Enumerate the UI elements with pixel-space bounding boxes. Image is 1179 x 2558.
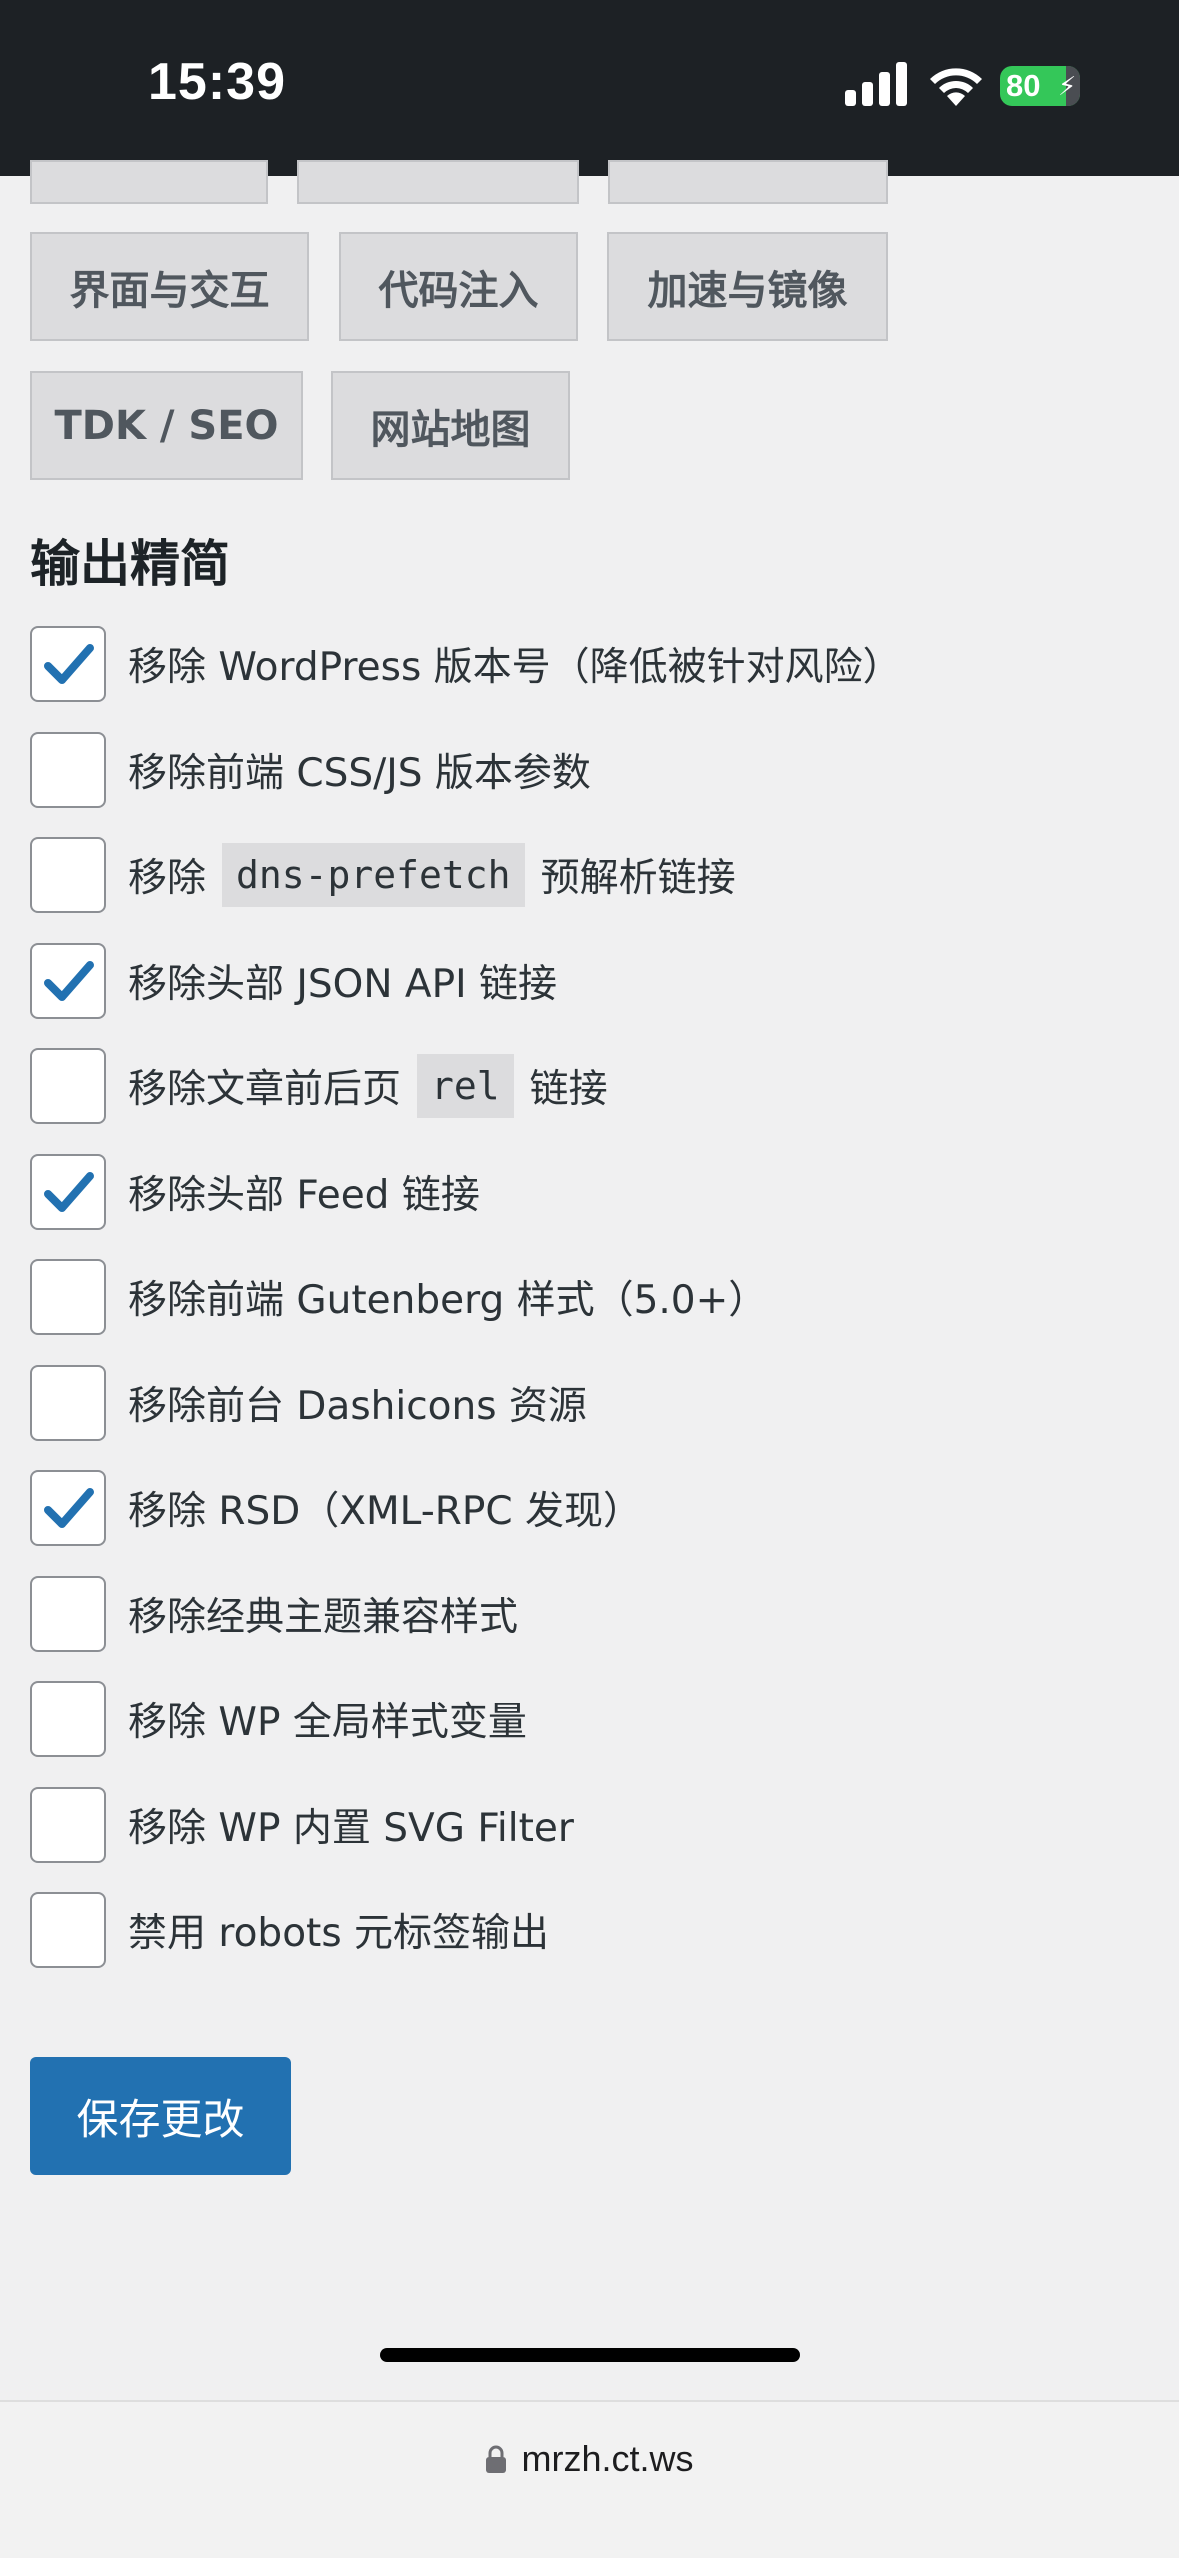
option-row[interactable]: 移除头部 Feed 链接 <box>30 1154 480 1230</box>
tab-hidden-3[interactable] <box>608 160 888 204</box>
option-label-text: 移除 WP 全局样式变量 <box>128 1700 527 1745</box>
option-label-text: 移除 WordPress 版本号（降低被针对风险） <box>128 645 902 690</box>
option-row[interactable]: 移除经典主题兼容样式 <box>30 1576 518 1652</box>
url-display[interactable]: mrzh.ct.ws <box>0 2438 1179 2480</box>
battery-icon: 80 ⚡ <box>1000 66 1080 106</box>
option-row[interactable]: 移除文章前后页 rel 链接 <box>30 1048 608 1124</box>
battery-level: 80 <box>1006 68 1041 103</box>
charging-bolt-icon: ⚡ <box>1058 72 1077 102</box>
option-label: 移除前端 CSS/JS 版本参数 <box>128 742 591 798</box>
checkbox-unchecked[interactable] <box>30 1576 106 1652</box>
checkbox-unchecked[interactable] <box>30 837 106 913</box>
option-row[interactable]: 移除前台 Dashicons 资源 <box>30 1365 587 1441</box>
option-row[interactable]: 移除前端 Gutenberg 样式（5.0+） <box>30 1259 767 1335</box>
checkbox-unchecked[interactable] <box>30 1787 106 1863</box>
option-label-text: 移除 RSD（XML-RPC 发现） <box>128 1489 643 1534</box>
option-label-suffix: 预解析链接 <box>540 856 736 901</box>
browser-address-bar[interactable]: mrzh.ct.ws <box>0 2400 1179 2558</box>
option-label: 移除 WP 内置 SVG Filter <box>128 1797 574 1853</box>
option-label-text: 禁用 robots 元标签输出 <box>128 1911 550 1956</box>
option-row[interactable]: 移除 dns-prefetch 预解析链接 <box>30 837 736 913</box>
option-label-text: 移除前端 CSS/JS 版本参数 <box>128 751 591 796</box>
checkmark-icon <box>44 644 94 684</box>
checkbox-checked[interactable] <box>30 1470 106 1546</box>
tab-tdk-seo[interactable]: TDK / SEO <box>30 371 303 480</box>
tab-sitemap[interactable]: 网站地图 <box>331 371 570 480</box>
status-bar: 15:39 80 ⚡ <box>0 0 1179 176</box>
option-label: 移除经典主题兼容样式 <box>128 1586 518 1642</box>
option-code: dns-prefetch <box>222 843 525 907</box>
option-row[interactable]: 移除 WP 内置 SVG Filter <box>30 1787 574 1863</box>
option-label-text: 移除前台 Dashicons 资源 <box>128 1384 587 1429</box>
tab-acceleration-mirror[interactable]: 加速与镜像 <box>607 232 888 341</box>
checkmark-icon <box>44 961 94 1001</box>
option-label: 移除头部 JSON API 链接 <box>128 953 557 1009</box>
option-code: rel <box>417 1054 514 1118</box>
option-label-text: 移除头部 JSON API 链接 <box>128 962 558 1007</box>
option-label-text: 移除 <box>128 856 207 901</box>
option-label: 移除前台 Dashicons 资源 <box>128 1375 587 1431</box>
option-label: 移除 dns-prefetch 预解析链接 <box>128 843 736 907</box>
option-row[interactable]: 移除 WP 全局样式变量 <box>30 1681 527 1757</box>
option-label-text: 移除前端 Gutenberg 样式（5.0+） <box>128 1278 768 1323</box>
option-row[interactable]: 禁用 robots 元标签输出 <box>30 1892 549 1968</box>
option-label: 移除 RSD（XML-RPC 发现） <box>128 1480 642 1536</box>
checkbox-checked[interactable] <box>30 1154 106 1230</box>
option-label: 移除 WP 全局样式变量 <box>128 1691 527 1747</box>
option-label-text: 移除文章前后页 <box>128 1067 402 1112</box>
checkbox-unchecked[interactable] <box>30 1892 106 1968</box>
tab-hidden-1[interactable] <box>30 160 268 204</box>
url-text: mrzh.ct.ws <box>521 2438 694 2479</box>
checkbox-checked[interactable] <box>30 943 106 1019</box>
option-label: 移除前端 Gutenberg 样式（5.0+） <box>128 1269 767 1325</box>
checkmark-icon <box>44 1172 94 1212</box>
option-row[interactable]: 移除前端 CSS/JS 版本参数 <box>30 732 591 808</box>
option-row[interactable]: 移除头部 JSON API 链接 <box>30 943 557 1019</box>
clock: 15:39 <box>148 53 286 111</box>
save-button[interactable]: 保存更改 <box>30 2057 291 2175</box>
lock-icon <box>486 2445 507 2473</box>
checkmark-icon <box>44 1488 94 1528</box>
tab-hidden-2[interactable] <box>297 160 579 204</box>
checkbox-unchecked[interactable] <box>30 732 106 808</box>
checkbox-unchecked[interactable] <box>30 1681 106 1757</box>
checkbox-checked[interactable] <box>30 626 106 702</box>
option-label: 移除头部 Feed 链接 <box>128 1164 480 1220</box>
checkbox-unchecked[interactable] <box>30 1365 106 1441</box>
option-label-text: 移除头部 Feed 链接 <box>128 1173 480 1218</box>
option-label: 移除 WordPress 版本号（降低被针对风险） <box>128 636 902 692</box>
checkbox-unchecked[interactable] <box>30 1048 106 1124</box>
option-label: 移除文章前后页 rel 链接 <box>128 1054 608 1118</box>
option-label: 禁用 robots 元标签输出 <box>128 1902 549 1958</box>
tab-ui-interaction[interactable]: 界面与交互 <box>30 232 309 341</box>
wifi-icon <box>930 68 982 106</box>
section-title: 输出精简 <box>30 535 230 593</box>
tab-code-injection[interactable]: 代码注入 <box>339 232 578 341</box>
option-row[interactable]: 移除 RSD（XML-RPC 发现） <box>30 1470 642 1546</box>
home-indicator <box>380 2348 800 2362</box>
option-label-text: 移除经典主题兼容样式 <box>128 1595 519 1640</box>
cellular-signal-icon <box>845 62 907 106</box>
option-label-text: 移除 WP 内置 SVG Filter <box>128 1806 574 1851</box>
checkbox-unchecked[interactable] <box>30 1259 106 1335</box>
option-row[interactable]: 移除 WordPress 版本号（降低被针对风险） <box>30 626 902 702</box>
option-label-suffix: 链接 <box>529 1067 608 1112</box>
